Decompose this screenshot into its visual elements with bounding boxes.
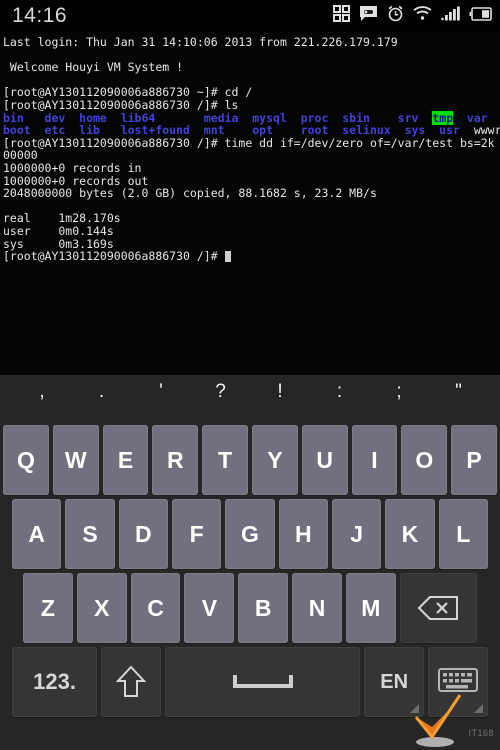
key-u[interactable]: U bbox=[301, 425, 348, 495]
symbol-key-5[interactable]: : bbox=[325, 379, 355, 405]
key-w[interactable]: W bbox=[52, 425, 99, 495]
symbol-key-6[interactable]: ; bbox=[384, 379, 414, 405]
terminal-line-bytes: 2048000000 bytes (2.0 GB) copied, 88.168… bbox=[3, 187, 498, 200]
keyboard-row-zxcv: ZXCVBNM bbox=[0, 573, 500, 643]
numeric-mode-key[interactable]: 123. bbox=[12, 647, 98, 717]
terminal-line-welcome: Welcome Houyi VM System ! bbox=[3, 61, 498, 74]
keyboard-row-asdf: ASDFGHJKL bbox=[0, 499, 500, 569]
key-k[interactable]: K bbox=[385, 499, 435, 569]
battery-icon bbox=[469, 6, 492, 26]
shift-key[interactable] bbox=[101, 647, 161, 717]
key-d[interactable]: D bbox=[118, 499, 168, 569]
terminal-cursor bbox=[224, 251, 231, 263]
status-icon-tray bbox=[333, 5, 492, 27]
terminal-line-login: Last login: Thu Jan 31 14:10:06 2013 fro… bbox=[3, 36, 498, 49]
terminal-text: Welcome Houyi VM System ! bbox=[3, 60, 184, 75]
key-v[interactable]: V bbox=[184, 573, 235, 643]
watermark-text: IT168 bbox=[468, 728, 494, 738]
alarm-clock-icon bbox=[387, 5, 404, 27]
key-q[interactable]: Q bbox=[3, 425, 49, 495]
key-l[interactable]: L bbox=[438, 499, 488, 569]
key-z[interactable]: Z bbox=[23, 573, 73, 643]
status-bar: 14:16 bbox=[0, 0, 500, 32]
key-n[interactable]: N bbox=[292, 573, 342, 643]
key-o[interactable]: O bbox=[401, 425, 448, 495]
keyboard-row-function: 123. EN bbox=[0, 647, 500, 717]
corner-indicator-icon bbox=[410, 704, 420, 713]
phone-screen: 14:16 Last login: Thu Jan 31 14:10:06 20… bbox=[0, 0, 500, 750]
status-clock: 14:16 bbox=[12, 4, 68, 27]
key-m[interactable]: M bbox=[345, 573, 396, 643]
key-j[interactable]: J bbox=[331, 499, 382, 569]
terminal-text: [root@AY130112090006a886730 /]# time dd … bbox=[3, 135, 495, 150]
symbol-key-3[interactable]: ? bbox=[206, 379, 236, 405]
key-f[interactable]: F bbox=[171, 499, 222, 569]
message-icon bbox=[359, 5, 378, 27]
key-g[interactable]: G bbox=[225, 499, 275, 569]
key-x[interactable]: X bbox=[76, 573, 127, 643]
symbol-key-1[interactable]: . bbox=[87, 379, 117, 405]
key-r[interactable]: R bbox=[152, 425, 199, 495]
key-i[interactable]: I bbox=[351, 425, 398, 495]
terminal-output[interactable]: Last login: Thu Jan 31 14:10:06 2013 fro… bbox=[0, 32, 500, 375]
backspace-key[interactable] bbox=[399, 573, 478, 643]
language-key[interactable]: EN bbox=[364, 647, 425, 717]
symbol-key-2[interactable]: ' bbox=[146, 379, 176, 405]
key-h[interactable]: H bbox=[278, 499, 328, 569]
signal-bars-icon bbox=[441, 6, 460, 26]
key-a[interactable]: A bbox=[12, 499, 62, 569]
terminal-line-cmd-dd: [root@AY130112090006a886730 /]# time dd … bbox=[3, 135, 498, 150]
key-y[interactable]: Y bbox=[251, 425, 298, 495]
symbol-key-4[interactable]: ! bbox=[265, 379, 295, 405]
onscreen-keyboard: ,. '?!:; " QWERTYUIOP ASDFGHJKL ZXCVBNM 12… bbox=[0, 375, 500, 750]
switch-keyboard-key[interactable] bbox=[428, 647, 488, 717]
terminal-text: Last login: Thu Jan 31 14:10:06 2013 fro… bbox=[3, 35, 398, 49]
terminal-text: 2048000000 bytes (2.0 GB) copied, 88.168… bbox=[3, 186, 377, 201]
symbol-row: ,. '?!:; " bbox=[0, 375, 500, 423]
key-e[interactable]: E bbox=[102, 425, 149, 495]
wifi-icon bbox=[413, 6, 432, 26]
keyboard-row-qwerty: QWERTYUIOP bbox=[0, 425, 500, 495]
terminal-text: [root@AY130112090006a886730 /]# bbox=[3, 249, 225, 264]
space-key[interactable] bbox=[164, 647, 361, 717]
key-p[interactable]: P bbox=[451, 425, 497, 495]
terminal-line-prompt-final: [root@AY130112090006a886730 /]# bbox=[3, 250, 498, 263]
key-b[interactable]: B bbox=[238, 573, 289, 643]
language-key-label: EN bbox=[380, 670, 409, 693]
symbol-key-7[interactable]: " bbox=[444, 379, 474, 405]
key-t[interactable]: T bbox=[202, 425, 248, 495]
apps-grid-icon bbox=[333, 5, 350, 27]
symbol-key-0[interactable]: , bbox=[27, 379, 57, 405]
key-s[interactable]: S bbox=[65, 499, 115, 569]
key-c[interactable]: C bbox=[130, 573, 181, 643]
corner-indicator-icon bbox=[473, 704, 483, 713]
